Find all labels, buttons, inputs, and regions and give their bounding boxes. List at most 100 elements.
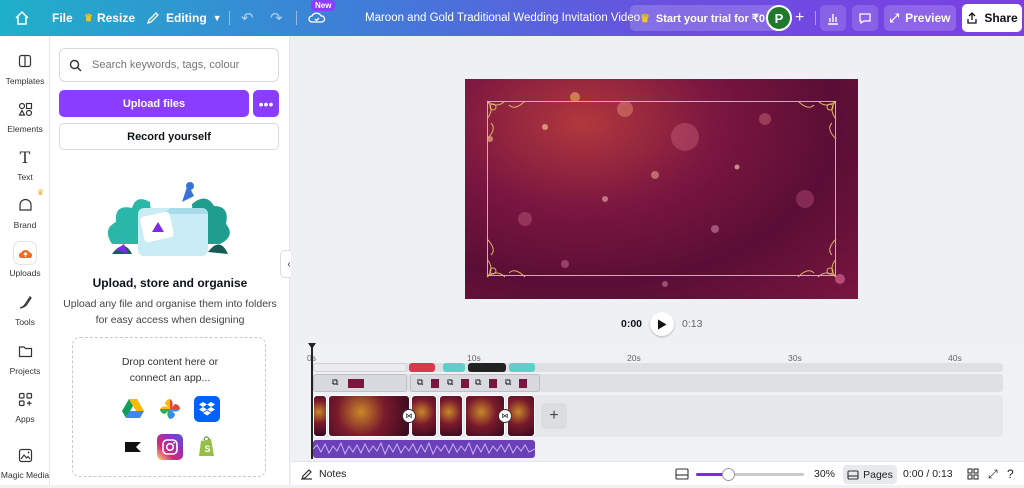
rail-item-elements[interactable]: Elements <box>0 98 50 142</box>
upload-files-button[interactable]: Upload files <box>59 90 249 117</box>
dropbox-button[interactable] <box>194 396 220 422</box>
transition-icon: ⋈ <box>405 413 413 420</box>
rail-item-apps[interactable]: Apps <box>0 388 50 432</box>
top-bar: File ♛ Resize Editing ▼ ↶ ↷ New Maroon a… <box>0 0 1024 36</box>
add-clip-button[interactable]: + <box>541 403 567 429</box>
video-clip[interactable] <box>313 395 327 437</box>
transition-button[interactable]: ⋈ <box>402 409 416 423</box>
play-button[interactable] <box>650 312 675 336</box>
zoom-slider[interactable] <box>696 468 804 481</box>
comment-icon <box>859 13 871 25</box>
divider <box>296 11 297 25</box>
chevron-down-icon: ▼ <box>212 13 222 23</box>
drop-line-1: Drop content here or <box>121 356 219 368</box>
timeline[interactable]: 0s 10s 20s 30s 40s ⧉ ⧉ ⧉ ⧉ ⧉ <box>291 343 1024 461</box>
resize-label: Resize <box>96 11 135 25</box>
rail-item-text[interactable]: T Text <box>0 146 50 190</box>
crown-icon: ♛ <box>640 12 650 25</box>
document-title[interactable]: Maroon and Gold Traditional Wedding Invi… <box>365 0 640 36</box>
corner-ornaments <box>486 100 837 278</box>
share-icon <box>967 12 977 24</box>
play-icon <box>658 319 667 329</box>
zoom-level[interactable]: 30% <box>814 462 835 486</box>
search-input[interactable] <box>92 59 262 71</box>
file-menu[interactable]: File <box>52 0 73 36</box>
undo-button[interactable]: ↶ <box>241 0 254 36</box>
google-photos-button[interactable] <box>157 396 183 422</box>
layer-clip[interactable] <box>443 363 465 372</box>
rail-item-magic-media[interactable]: Magic Media <box>0 444 50 488</box>
pages-button[interactable]: Pages <box>843 465 897 484</box>
cloud-check-icon <box>308 12 326 23</box>
video-clip[interactable] <box>439 395 463 437</box>
layer-clip[interactable]: ⧉ ⧉ ⧉ ⧉ <box>410 374 540 392</box>
audio-waveform <box>313 441 535 456</box>
clip-thumbnail <box>431 379 439 388</box>
resize-button[interactable]: ♛ Resize <box>84 0 135 36</box>
bottom-bar: Notes 30% Pages 0:00 / 0:13 ⤢ ? <box>291 461 1024 485</box>
rail-label: Elements <box>7 124 43 134</box>
insights-button[interactable] <box>820 5 846 31</box>
shopify-button[interactable]: S <box>194 434 220 460</box>
rail-item-projects[interactable]: Projects <box>0 340 50 384</box>
avatar[interactable]: P <box>766 5 792 31</box>
rail-item-brand[interactable]: ♛ Brand <box>0 188 50 238</box>
box-button[interactable] <box>120 434 146 460</box>
more-options-button[interactable]: ••• <box>253 90 279 117</box>
layer-clip[interactable] <box>468 363 506 372</box>
layer-clip[interactable] <box>313 363 407 372</box>
layer-clip[interactable] <box>509 363 535 372</box>
record-yourself-button[interactable]: Record yourself <box>59 123 279 150</box>
video-clip[interactable] <box>328 395 410 437</box>
tick-label: 40s <box>948 353 962 363</box>
notes-button[interactable]: Notes <box>301 462 346 486</box>
audio-track[interactable] <box>313 440 535 458</box>
drop-line-2: connect an app... <box>129 372 211 384</box>
notes-icon <box>301 469 312 480</box>
undo-icon: ↶ <box>241 10 254 27</box>
redo-button[interactable]: ↷ <box>270 0 283 36</box>
playhead-handle[interactable] <box>308 343 316 349</box>
google-drive-button[interactable] <box>120 396 146 422</box>
instagram-icon <box>162 439 178 455</box>
zoom-slider-knob[interactable] <box>722 468 736 481</box>
help-button[interactable]: ? <box>1007 462 1014 486</box>
playhead[interactable] <box>308 343 316 459</box>
rail-item-templates[interactable]: Templates <box>0 50 50 94</box>
projects-icon <box>14 340 36 362</box>
transition-button[interactable]: ⋈ <box>498 409 512 423</box>
design-canvas[interactable] <box>465 79 858 299</box>
home-button[interactable] <box>14 0 30 36</box>
drop-zone[interactable]: Drop content here or connect an app... S <box>72 337 266 477</box>
layer-clip[interactable]: ⧉ <box>313 374 407 392</box>
search-box[interactable] <box>59 48 279 82</box>
tick-label: 10s <box>467 353 481 363</box>
preview-button[interactable]: ⤢ Preview <box>884 5 956 31</box>
grid-view-button[interactable] <box>967 462 979 486</box>
editor-stage <box>291 36 1024 345</box>
rail-label: Apps <box>15 414 35 424</box>
google-photos-icon <box>160 399 180 419</box>
start-trial-button[interactable]: ♛ Start your trial for ₹0 <box>630 5 782 31</box>
layer-clip[interactable] <box>409 363 435 372</box>
preview-label: Preview <box>905 11 951 25</box>
home-icon <box>15 10 29 25</box>
instagram-button[interactable] <box>157 434 183 460</box>
comments-button[interactable] <box>852 5 878 31</box>
fullscreen-button[interactable]: ⤢ <box>988 462 998 486</box>
shapes-icon: ⧉ <box>332 377 339 387</box>
divider <box>229 11 230 25</box>
rail-label: Magic Media <box>0 470 50 480</box>
share-button[interactable]: Share <box>962 4 1022 32</box>
add-collaborator-button[interactable]: + <box>795 0 804 36</box>
total-time: 0:13 <box>682 318 703 330</box>
rail-item-uploads[interactable]: Uploads <box>0 242 50 286</box>
text-layer-track <box>313 363 1003 372</box>
rail-item-tools[interactable]: Tools <box>0 291 50 335</box>
expand-icon: ⤢ <box>889 10 900 25</box>
editing-mode-dropdown[interactable]: Editing ▼ <box>146 0 222 36</box>
timeline-toggle-button[interactable] <box>675 462 689 486</box>
search-icon <box>69 59 82 71</box>
editing-label: Editing <box>166 11 207 25</box>
pages-label: Pages <box>863 468 893 481</box>
